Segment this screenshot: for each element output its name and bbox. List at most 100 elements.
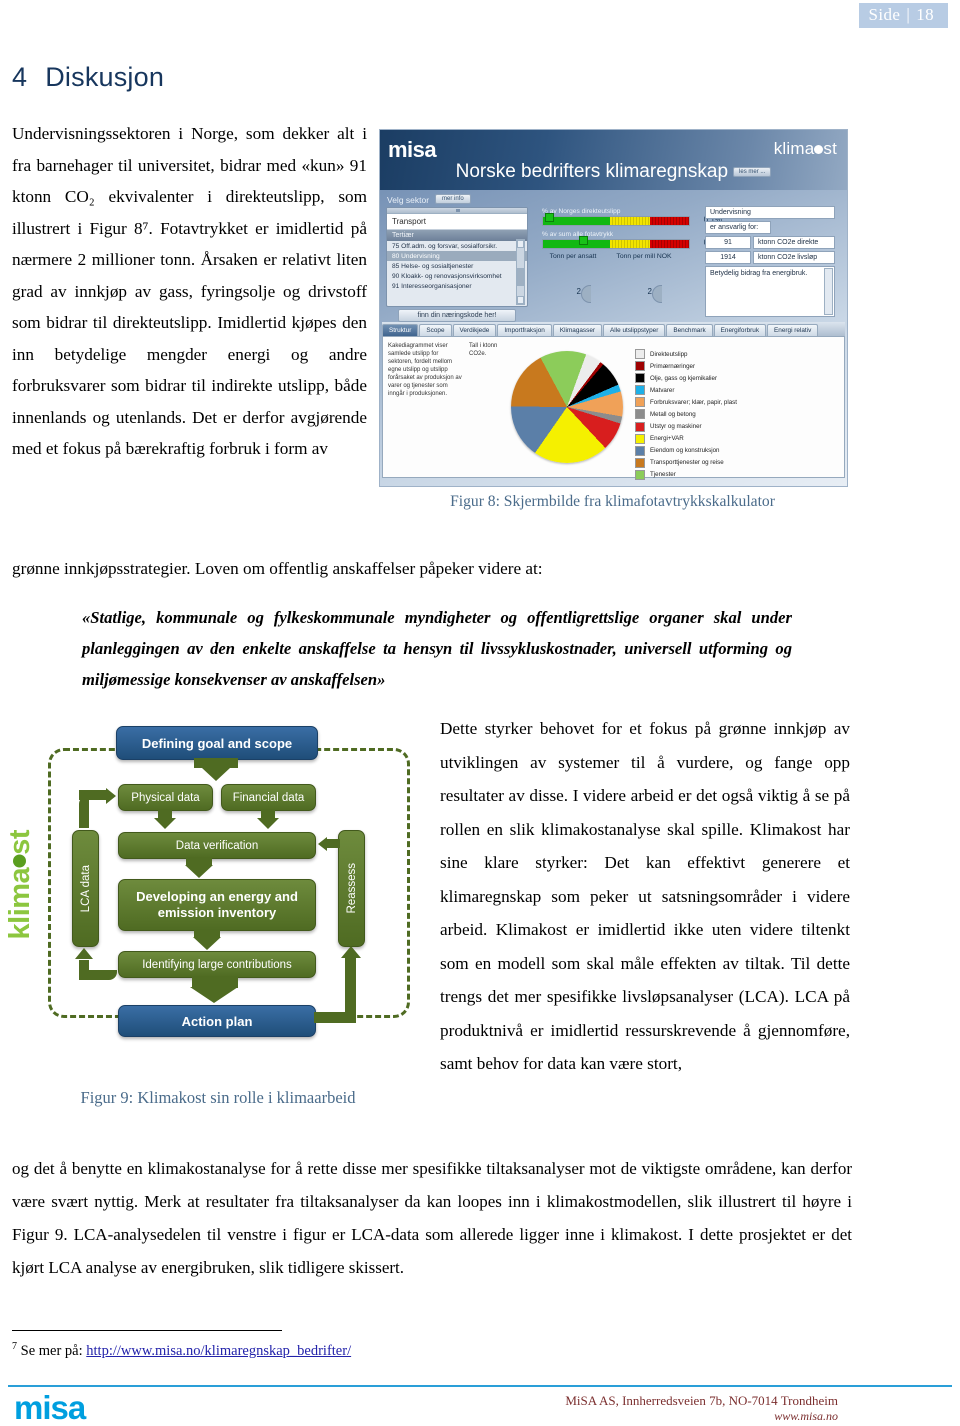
arrow-right-icon xyxy=(106,788,116,804)
vertical-scrollbar[interactable] xyxy=(516,239,525,305)
pie-chart xyxy=(511,351,623,463)
info-note: Betydelig bidrag fra energibruk. xyxy=(705,266,835,317)
arrow-up-icon xyxy=(75,948,93,959)
info-note-text: Betydelig bidrag fra energibruk. xyxy=(710,270,808,277)
legend-swatch xyxy=(635,469,645,480)
indicator-row: % av Norges direkteutslipp 0,1% xyxy=(542,208,722,226)
page-number-badge: Side | 18 xyxy=(858,3,948,28)
info-panel: Undervisning er ansvarlig for: 91 ktonn … xyxy=(705,206,835,317)
legend-label: Olje, gass og kjemikalier xyxy=(650,374,718,382)
body-right-column: Dette styrker behovet for et fokus på gr… xyxy=(440,712,850,1081)
chart-legend: Direkteutslipp Primærnæringer Olje, gass o… xyxy=(635,349,737,482)
footnote-link[interactable]: http://www.misa.no/klimaregnskap_bedrift… xyxy=(86,1343,351,1359)
tab-energiforbruk[interactable]: Energiforbruk xyxy=(713,324,767,336)
node-data-verification: Data verification xyxy=(118,832,316,859)
logo-prefix: klima xyxy=(4,867,36,940)
tab-energi-relativ[interactable]: Energi relativ xyxy=(767,324,819,336)
legend-swatch xyxy=(635,409,645,420)
list-item[interactable]: 75 Off.adm. og forsvar, sosialforsikr. xyxy=(387,241,527,251)
tab-benchmark[interactable]: Benchmark xyxy=(666,324,713,336)
read-more-button[interactable]: les mer ... xyxy=(733,166,772,177)
arrow-stem xyxy=(79,790,107,800)
scroll-up-icon[interactable] xyxy=(517,240,524,248)
arrow-down-icon xyxy=(193,937,221,950)
legend-item: Energi+VAR xyxy=(635,433,737,444)
legend-label: Matvarer xyxy=(650,386,675,394)
arrow-down-icon xyxy=(202,768,230,781)
legend-label: Direkteutslipp xyxy=(650,350,688,358)
klimakost-suffix: st xyxy=(823,139,837,158)
closing-paragraph: og det å benytte en klimakostanalyse for… xyxy=(12,1159,852,1277)
list-item[interactable]: 80 Undervisning xyxy=(387,251,527,262)
horizontal-scrollbar[interactable] xyxy=(387,208,527,214)
tab-scope[interactable]: Scope xyxy=(419,324,452,336)
lca-data-label: LCA data xyxy=(79,864,92,913)
footer-url: www.misa.no xyxy=(774,1409,838,1423)
gauge-value: 2 xyxy=(576,287,581,296)
sector-listbox[interactable]: Transport Tertiær 75 Off.adm. og forsvar… xyxy=(386,207,528,307)
legend-item: Tjenester xyxy=(635,469,737,480)
legend-item: Eiendom og konstruksjon xyxy=(635,445,737,456)
legend-swatch xyxy=(635,385,645,396)
tab-klimagasser[interactable]: Klimagasser xyxy=(552,324,603,336)
legend-swatch xyxy=(635,361,645,372)
chart-unit-note: Tall i ktonn CO2e. xyxy=(469,343,498,357)
list-item[interactable]: 90 Kloakk- og renovasjonsvirksomhet xyxy=(387,272,527,282)
inventory-line-1: Developing an energy and xyxy=(136,889,298,904)
find-industry-code-button[interactable]: finn din næringskode her! xyxy=(398,309,516,322)
app-header: misa klima st Norske bedrifters klimaregn… xyxy=(380,130,847,190)
node-defining-goal-and-scope: Defining goal and scope xyxy=(116,726,318,760)
legend-label: Energi+VAR xyxy=(650,435,684,443)
legend-swatch xyxy=(635,433,645,444)
section-title: Diskusjon xyxy=(45,62,165,92)
sector-picker-label: Velg sektor xyxy=(387,195,430,205)
arrow-stem xyxy=(326,839,340,848)
scroll-down-icon[interactable] xyxy=(517,296,524,304)
legal-quote: «Statlige, kommunale og fylkeskommunale … xyxy=(82,608,792,689)
tab-alle-utslippstyper[interactable]: Alle utslippstyper xyxy=(603,324,666,336)
node-action-plan: Action plan xyxy=(118,1005,316,1037)
node-developing-inventory: Developing an energy and emission invent… xyxy=(118,879,316,931)
paragraph-discussion: Dette styrker behovet for et fokus på gr… xyxy=(440,719,850,1073)
scrollbar-thumb[interactable] xyxy=(517,268,524,286)
legend-item: Direkteutslipp xyxy=(635,349,737,359)
arrow-down-icon xyxy=(185,865,213,878)
legend-label: Utstyr og maskiner xyxy=(650,423,702,431)
tab-struktur[interactable]: Struktur xyxy=(382,324,419,336)
page-divider: | xyxy=(906,5,911,24)
legend-label: Primærnæringer xyxy=(650,362,696,370)
legend-swatch xyxy=(635,457,645,468)
note-scrollbar[interactable] xyxy=(824,268,833,315)
logo-suffix: st xyxy=(4,830,36,855)
figure8-screenshot: misa klima st Norske bedrifters klimaregn… xyxy=(379,129,848,487)
tab-importfraksjon[interactable]: Importfraksjon xyxy=(497,324,552,336)
info-responsible-label: er ansvarlig for: xyxy=(705,221,771,234)
legend-item: Utstyr og maskiner xyxy=(635,421,737,432)
legend-item: Forbruksvarer; klær, papir, plast xyxy=(635,397,737,408)
paragraph-continuation: grønne innkjøpsstrategier. Loven om offe… xyxy=(12,559,543,578)
info-number: 91 xyxy=(705,236,751,249)
page-label: Side xyxy=(868,5,901,24)
body-left-column: Undervisningssektoren i Norge, som dekke… xyxy=(12,118,367,465)
list-item[interactable]: 91 Interesseorganisasjoner xyxy=(387,282,527,292)
arrow-down-icon xyxy=(154,818,176,829)
legend-item: Metall og betong xyxy=(635,409,737,420)
more-info-button[interactable]: mer info xyxy=(435,194,471,204)
legend-swatch xyxy=(635,421,645,432)
tab-verdikjede[interactable]: Verdikjede xyxy=(452,324,497,336)
node-lca-data: LCA data xyxy=(72,830,99,947)
gauge-dial: 2 xyxy=(555,263,591,323)
legend-item: Olje, gass og kjemikalier xyxy=(635,373,737,384)
info-entity: Undervisning xyxy=(705,206,835,219)
klimakost-logo: klima st xyxy=(774,139,837,159)
chart-pane: Kakediagrammet viser samlede utslipp for… xyxy=(382,336,845,480)
chart-description: Kakediagrammet viser samlede utslipp for… xyxy=(388,343,462,397)
misa-logo: misa xyxy=(388,137,437,162)
app-title: Norske bedrifters klimaregnskap xyxy=(455,161,729,182)
sector-list[interactable]: 75 Off.adm. og forsvar, sosialforsikr. 8… xyxy=(387,241,527,292)
indicator-marker xyxy=(579,236,588,245)
figure8-caption: Figur 8: Skjermbilde fra klimafotavtrykk… xyxy=(450,493,775,510)
list-item[interactable]: 85 Helse- og sosialtjenester xyxy=(387,261,527,271)
sector-current-value[interactable]: Transport xyxy=(387,214,527,230)
info-unit: ktonn CO2e livsløp xyxy=(753,251,835,264)
